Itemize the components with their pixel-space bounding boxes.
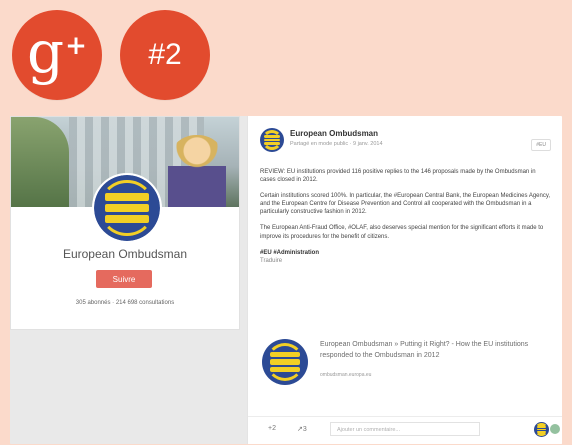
post-author[interactable]: European Ombudsman	[290, 129, 378, 138]
post-body: REVIEW: EU institutions provided 116 pos…	[260, 168, 552, 265]
google-plus-icon: g	[27, 18, 65, 86]
link-preview-domain[interactable]: ombudsman.europa.eu	[320, 372, 371, 378]
european-ombudsman-logo-icon	[262, 339, 308, 385]
profile-stats: 305 abonnés · 214 698 consultations	[75, 300, 175, 306]
link-preview-title[interactable]: European Ombudsman » Putting it Right? -…	[320, 340, 550, 361]
european-ombudsman-logo-icon	[260, 128, 284, 152]
google-plus-plus-mark: +	[65, 31, 87, 61]
link-preview[interactable]: European Ombudsman » Putting it Right? -…	[260, 323, 552, 393]
tree-image	[11, 117, 69, 207]
small-avatar[interactable]	[534, 422, 549, 437]
person-image	[168, 135, 226, 207]
profile-avatar[interactable]	[92, 173, 162, 243]
post-paragraph: The European Anti-Fraud Office, #OLAF, a…	[260, 225, 544, 240]
follow-button[interactable]: Suivre	[96, 270, 152, 288]
plus-one-button[interactable]: +2	[268, 425, 276, 432]
post-card: European Ombudsman Partagé en mode publi…	[247, 116, 562, 444]
post-paragraph: Certain institutions scored 100%. In par…	[260, 193, 551, 216]
number-badge: #2	[120, 10, 210, 100]
google-plus-screenshot: European Ombudsman Suivre 305 abonnés · …	[10, 116, 562, 444]
post-chip[interactable]: #EU	[531, 139, 551, 151]
share-button[interactable]: ↗3	[297, 425, 307, 433]
translate-link[interactable]: Traduire	[260, 257, 552, 265]
post-meta: Partagé en mode public · 9 janv. 2014	[290, 141, 383, 147]
post-hashtags[interactable]: #EU #Administration	[260, 249, 552, 257]
post-avatar[interactable]	[260, 128, 284, 152]
google-plus-badge: g +	[12, 10, 102, 100]
post-paragraph: REVIEW: EU institutions provided 116 pos…	[260, 169, 536, 184]
european-ombudsman-logo-icon	[94, 175, 160, 241]
post-actions: +2 ↗3 Ajouter un commentaire...	[248, 416, 562, 444]
profile-name[interactable]: European Ombudsman	[11, 247, 239, 261]
link-preview-logo	[262, 339, 308, 385]
mini-avatar-icon	[550, 424, 560, 434]
comment-input[interactable]: Ajouter un commentaire...	[330, 422, 480, 436]
european-ombudsman-logo-icon	[534, 422, 549, 437]
profile-card: European Ombudsman Suivre 305 abonnés · …	[10, 116, 240, 330]
